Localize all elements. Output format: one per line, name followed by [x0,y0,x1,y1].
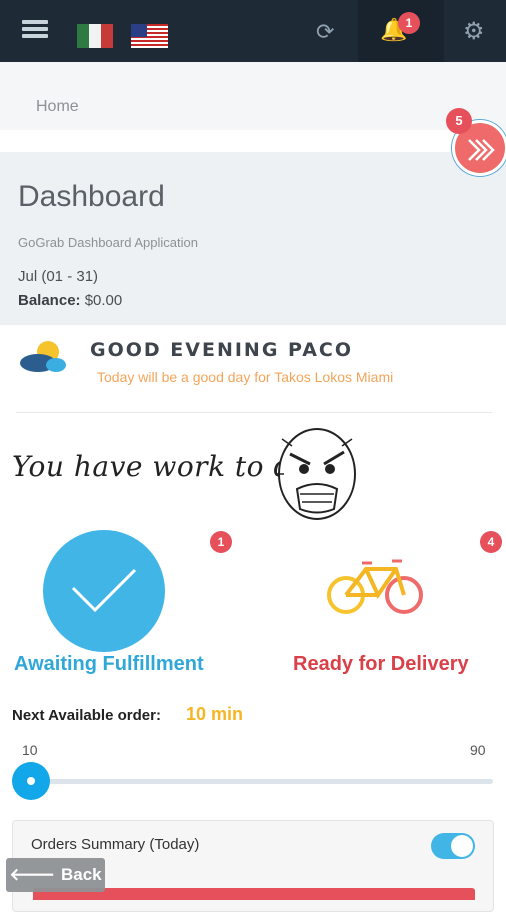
double-chevron-right-icon [468,139,495,161]
slider-min-label: 10 [22,742,38,758]
back-button[interactable]: 🡐 Back [6,858,105,892]
breadcrumb-home[interactable]: Home [36,98,79,116]
awaiting-fulfillment-label[interactable]: Awaiting Fulfillment [14,653,204,676]
rage-face-icon [277,428,356,520]
slider-track[interactable] [32,779,493,784]
next-order-value: 10 min [186,704,244,724]
quick-action-badge: 5 [446,108,472,134]
gear-icon[interactable]: ⚙ [463,17,485,45]
greeting-title: GOOD EVENING PACO [90,339,354,361]
balance-value: $0.00 [84,292,123,309]
menu-icon[interactable] [22,20,48,42]
page-title: Dashboard [18,180,165,213]
bicycle-icon[interactable] [326,555,426,617]
checkmark-icon [71,568,137,613]
breadcrumb: Home [0,62,506,130]
next-order-label: Next Available order: [12,707,161,724]
awaiting-count-badge: 1 [210,531,232,553]
divider [16,412,492,413]
header-gap [0,130,506,152]
greeting-subtitle: Today will be a good day for Takos Lokos… [97,369,394,385]
orders-summary-title: Orders Summary (Today) [31,836,200,853]
slider-max-label: 90 [470,742,486,758]
mexico-flag-icon[interactable] [77,24,113,48]
usa-flag-icon[interactable] [131,24,168,48]
weather-icon [20,341,66,372]
ready-count-badge: 4 [480,531,502,553]
arrow-left-icon: 🡐 [9,865,55,885]
balance-label: Balance: [18,292,81,309]
balance: Balance: $0.00 [18,292,122,309]
refresh-icon[interactable]: ⟳ [316,20,334,45]
page-subtitle: GoGrab Dashboard Application [18,235,198,250]
date-range: Jul (01 - 31) [18,268,99,285]
slider-thumb[interactable] [12,762,50,800]
notification-badge: 1 [398,12,420,34]
orders-summary-toggle[interactable] [431,833,475,859]
back-button-label: Back [60,865,102,884]
awaiting-fulfillment-button[interactable] [43,530,165,652]
ready-for-delivery-label[interactable]: Ready for Delivery [293,653,469,676]
